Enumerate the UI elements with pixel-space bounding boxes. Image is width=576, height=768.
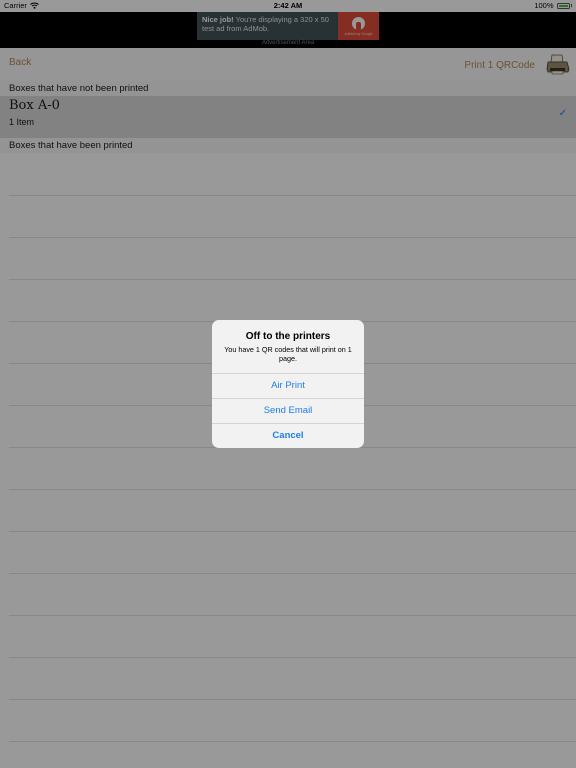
air-print-button[interactable]: Air Print xyxy=(212,374,364,398)
alert-title: Off to the printers xyxy=(245,331,331,342)
cancel-button[interactable]: Cancel xyxy=(212,424,364,448)
alert-message: You have 1 QR codes that will print on 1… xyxy=(224,345,352,363)
print-alert-dialog: Off to the printers You have 1 QR codes … xyxy=(212,320,364,448)
send-email-button[interactable]: Send Email xyxy=(212,399,364,423)
